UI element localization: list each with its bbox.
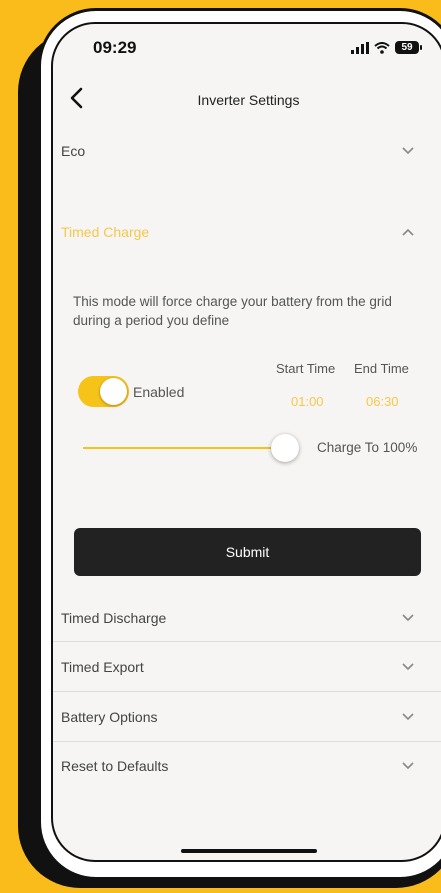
page-title: Inverter Settings (197, 92, 300, 108)
end-time-value[interactable]: 06:30 (366, 394, 399, 409)
divider (53, 641, 441, 642)
chevron-down-icon (402, 713, 414, 721)
section-eco-label: Eco (61, 143, 86, 159)
section-timed-export[interactable]: Timed Export (53, 647, 441, 689)
app-screen: 09:29 59 Inverter Settings Eco Timed Cha… (51, 22, 441, 862)
charge-to-label: Charge To 100% (317, 440, 418, 455)
enabled-toggle[interactable] (78, 376, 129, 407)
wifi-icon (374, 41, 390, 54)
battery-icon: 59 (395, 41, 419, 54)
signal-icon (351, 41, 369, 54)
charge-slider-thumb[interactable] (271, 434, 299, 462)
section-battery-options-label: Battery Options (61, 709, 158, 725)
enabled-label: Enabled (133, 384, 185, 400)
back-chevron-icon[interactable] (67, 86, 87, 110)
section-timed-export-label: Timed Export (61, 659, 144, 675)
divider (53, 691, 441, 692)
chevron-down-icon (402, 663, 414, 671)
timed-charge-description: This mode will force charge your battery… (73, 294, 392, 328)
submit-button[interactable]: Submit (74, 528, 421, 576)
charge-slider-track[interactable] (83, 447, 283, 449)
section-reset-defaults[interactable]: Reset to Defaults (53, 746, 441, 788)
status-time: 09:29 (93, 38, 137, 57)
section-timed-charge[interactable]: Timed Charge (53, 213, 441, 251)
battery-tip (420, 45, 422, 50)
chevron-down-icon (402, 147, 414, 155)
section-timed-charge-label: Timed Charge (61, 224, 150, 240)
section-eco[interactable]: Eco (53, 132, 441, 170)
divider (53, 741, 441, 742)
section-timed-discharge[interactable]: Timed Discharge (53, 598, 441, 640)
chevron-down-icon (402, 614, 414, 622)
chevron-down-icon (402, 762, 414, 770)
start-time-label: Start Time (276, 361, 336, 376)
section-timed-discharge-label: Timed Discharge (61, 610, 167, 626)
end-time-label: End Time (354, 361, 409, 376)
section-reset-defaults-label: Reset to Defaults (61, 758, 169, 774)
toggle-knob (100, 378, 127, 405)
section-battery-options[interactable]: Battery Options (53, 697, 441, 739)
status-icons: 59 (351, 41, 422, 54)
chevron-up-icon (402, 228, 414, 236)
home-indicator[interactable] (181, 849, 317, 853)
start-time-value[interactable]: 01:00 (291, 394, 324, 409)
